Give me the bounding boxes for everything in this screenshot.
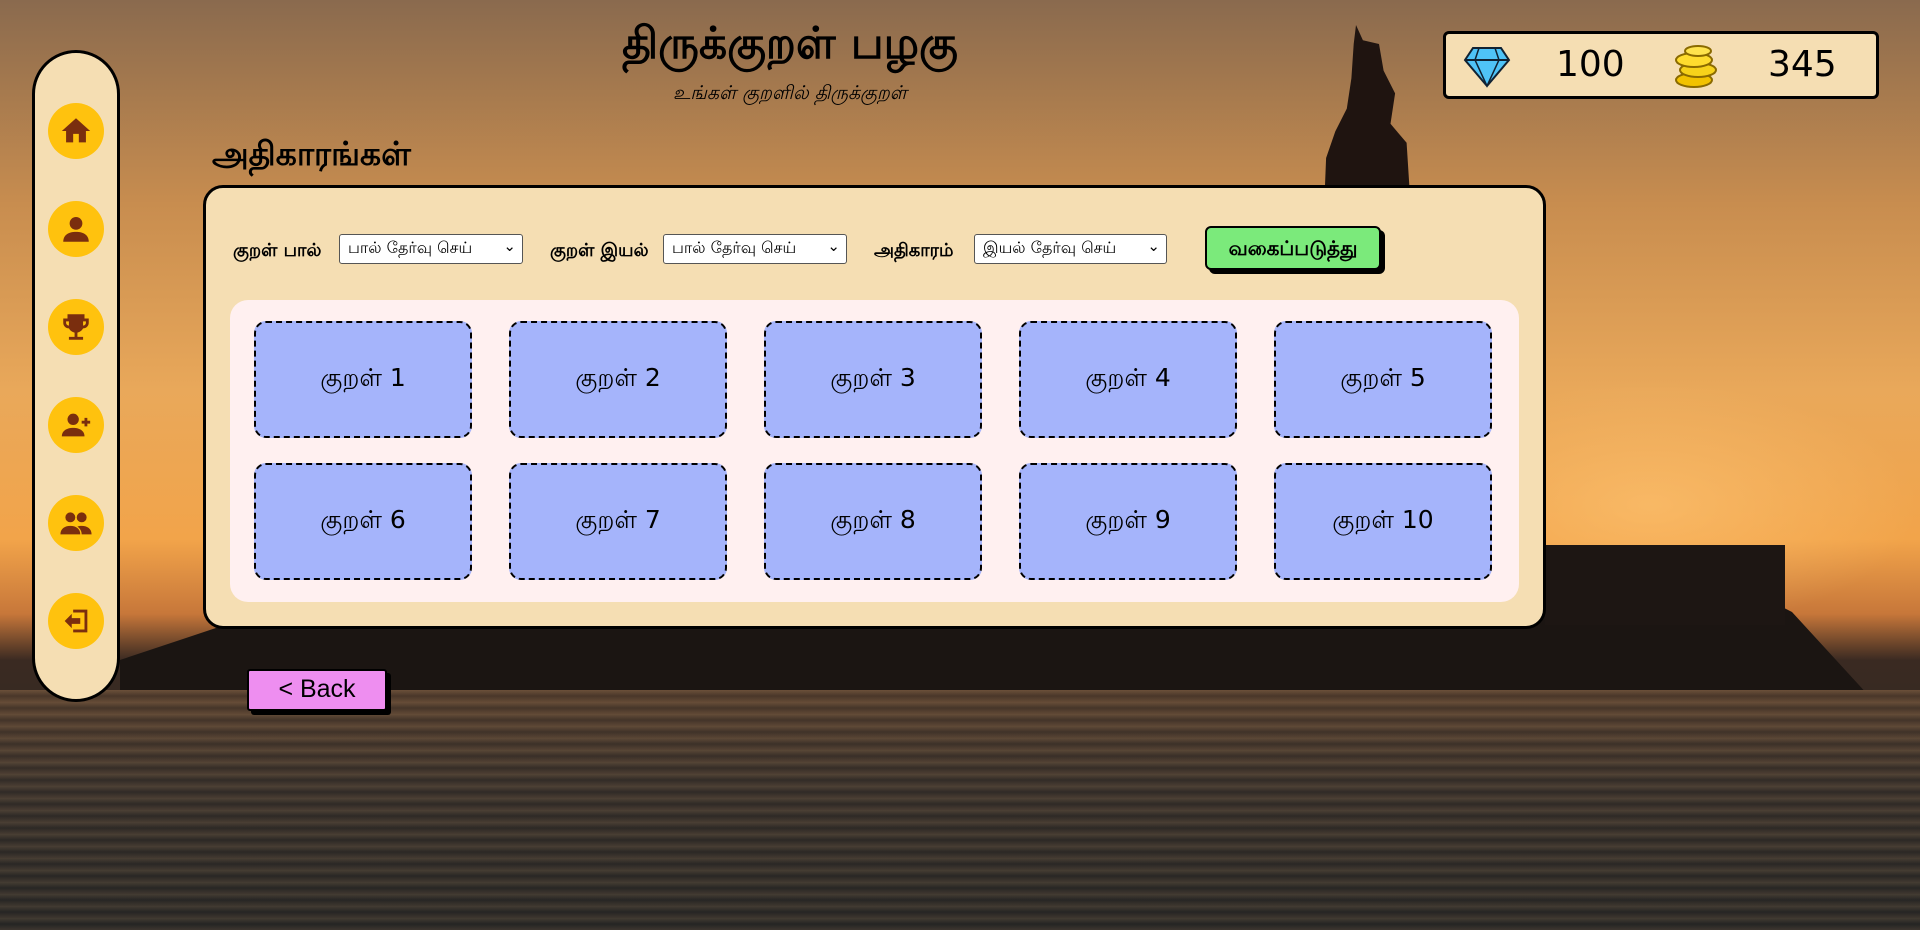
currency-panel: 100 345 [1443,31,1879,99]
kural-card[interactable]: குறள் 9 [1019,463,1237,580]
trophy-icon [63,314,89,340]
users-icon [60,512,92,535]
nav-add-friend-button[interactable] [48,397,104,453]
nav-logout-button[interactable] [48,593,104,649]
home-icon [61,118,91,143]
kural-card[interactable]: குறள் 10 [1274,463,1492,580]
kural-card[interactable]: குறள் 5 [1274,321,1492,438]
kural-card[interactable]: குறள் 2 [509,321,727,438]
app-title: திருக்குறள் பழகு [622,18,958,69]
app-subtitle: உங்கள் குறளில் திருக்குறள் [673,82,907,104]
kural-card[interactable]: குறள் 4 [1019,321,1237,438]
kural-grid: குறள் 1 குறள் 2 குறள் 3 குறள் 4 குறள் 5 … [230,300,1519,602]
gem-count: 100 [1556,44,1625,85]
kural-card[interactable]: குறள் 8 [764,463,982,580]
add-user-icon [61,413,91,437]
adhikaram-panel: குறள் பால் பால் தேர்வு செய் ⌄ குறள் இயல்… [203,185,1546,629]
coins-icon [1675,45,1717,88]
section-title: அதிகாரங்கள் [212,134,411,173]
sort-button[interactable]: வகைப்படுத்து [1205,226,1381,270]
chevron-down-icon: ⌄ [1147,237,1160,255]
adhikaram-select-value: இயல் தேர்வு செய் [983,238,1117,257]
paal-label: குறள் பால் [233,240,322,261]
kural-card[interactable]: குறள் 7 [509,463,727,580]
nav-home-button[interactable] [48,103,104,159]
adhikaram-label: அதிகாரம் [874,240,954,261]
user-icon [63,216,89,242]
logout-icon [64,609,88,633]
fort-silhouette [1545,545,1785,625]
kural-card[interactable]: குறள் 1 [254,321,472,438]
nav-friends-button[interactable] [48,495,104,551]
back-button[interactable]: < Back [247,669,387,711]
nav-leaderboard-button[interactable] [48,299,104,355]
kural-card[interactable]: குறள் 6 [254,463,472,580]
sidebar [32,50,120,702]
iyal-select[interactable]: பால் தேர்வு செய் ⌄ [663,234,847,264]
paal-select-value: பால் தேர்வு செய் [348,238,473,257]
adhikaram-select[interactable]: இயல் தேர்வு செய் ⌄ [974,234,1167,264]
iyal-select-value: பால் தேர்வு செய் [672,238,797,257]
chevron-down-icon: ⌄ [503,237,516,255]
iyal-label: குறள் இயல் [550,240,649,261]
chevron-down-icon: ⌄ [827,237,840,255]
nav-profile-button[interactable] [48,201,104,257]
kural-card[interactable]: குறள் 3 [764,321,982,438]
paal-select[interactable]: பால் தேர்வு செய் ⌄ [339,234,523,264]
diamond-icon [1463,47,1511,88]
sea-background [0,690,1920,930]
coin-count: 345 [1768,44,1837,85]
